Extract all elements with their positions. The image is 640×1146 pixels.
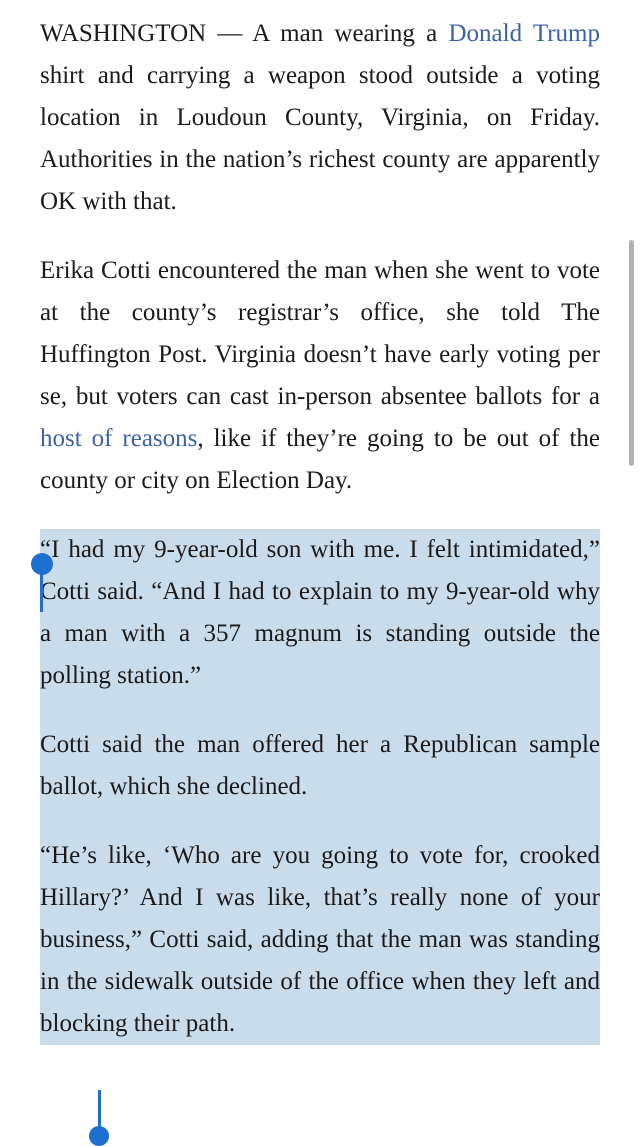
- article-body: WASHINGTON — A man wearing a Donald Trum…: [40, 13, 600, 1045]
- selection-gap: [40, 808, 600, 835]
- text-selection-highlight[interactable]: “I had my 9-year-old son with me. I felt…: [40, 529, 600, 1045]
- paragraph-4: Cotti said the man offered her a Republi…: [40, 731, 600, 800]
- paragraph-2-text-a: Erika Cotti encountered the man when she…: [40, 257, 600, 410]
- paragraph-1-text-a: WASHINGTON — A man wearing a: [40, 20, 449, 47]
- paragraph-5: “He’s like, ‘Who are you going to vote f…: [40, 842, 600, 1037]
- link-donald-trump[interactable]: Donald Trump: [448, 20, 600, 47]
- paragraph-3: “I had my 9-year-old son with me. I felt…: [40, 536, 600, 689]
- selection-gap: [40, 697, 600, 724]
- vertical-scrollbar[interactable]: [629, 240, 634, 466]
- selection-start-caret[interactable]: [40, 570, 43, 612]
- paragraph-2: Erika Cotti encountered the man when she…: [40, 250, 600, 502]
- selection-end-handle[interactable]: [89, 1126, 109, 1146]
- paragraph-1: WASHINGTON — A man wearing a Donald Trum…: [40, 13, 600, 223]
- link-host-of-reasons[interactable]: host of reasons: [40, 425, 197, 452]
- paragraph-1-text-b: shirt and carrying a weapon stood outsid…: [40, 62, 600, 215]
